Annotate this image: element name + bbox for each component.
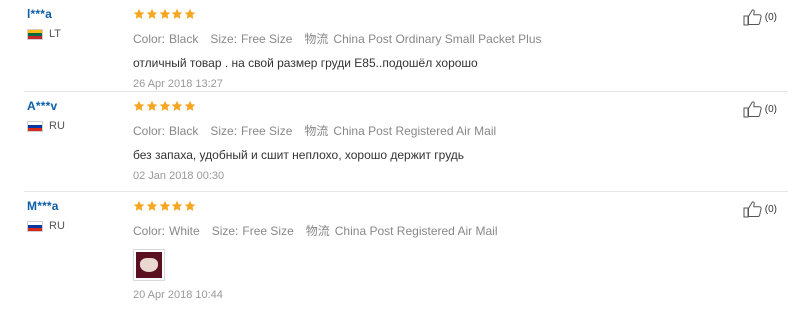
shipping-value: China Post Ordinary Small Packet Plus <box>333 31 542 46</box>
shipping-value: China Post Registered Air Mail <box>334 223 498 238</box>
size-value: Free Size <box>241 31 293 46</box>
reviewer-info: M***a RU <box>27 199 65 232</box>
star-icon <box>159 100 171 112</box>
thumbs-up-icon[interactable] <box>743 8 763 26</box>
helpful-count: (0) <box>764 11 777 23</box>
reviewer-name[interactable]: l***a <box>27 7 61 21</box>
star-icon <box>146 8 158 20</box>
size-label: Size: <box>211 223 239 238</box>
star-icon <box>184 100 196 112</box>
reviewer-country: LT <box>27 28 61 40</box>
color-value: White <box>169 223 200 238</box>
color-label: Color: <box>133 123 166 138</box>
order-info: Color: Black Size: Free Size 物流 China Post Or… <box>133 30 554 47</box>
country-code: RU <box>49 120 65 132</box>
color-value: Black <box>169 31 199 46</box>
star-rating <box>133 100 508 113</box>
country-code: LT <box>49 28 62 40</box>
review-item: A***v RU Color: Black Size: Free Size 物流 China … <box>0 92 800 192</box>
reviewer-info: A***v RU <box>27 99 65 132</box>
star-icon <box>133 100 145 112</box>
helpful-count: (0) <box>764 103 777 115</box>
order-info: Color: White Size: Free Size 物流 China Post Re… <box>133 222 510 239</box>
size-value: Free Size <box>242 223 294 238</box>
star-icon <box>184 8 196 20</box>
shipping-label: 物流 <box>305 224 330 238</box>
review-content: Color: White Size: Free Size 物流 China Post Re… <box>133 200 510 301</box>
star-rating <box>133 200 510 213</box>
star-icon <box>146 100 158 112</box>
shipping-value: China Post Registered Air Mail <box>333 123 497 138</box>
shipping-label: 物流 <box>304 32 329 46</box>
star-icon <box>159 8 171 20</box>
color-label: Color: <box>133 31 166 46</box>
star-icon <box>133 8 145 20</box>
helpful-button[interactable]: (0) <box>743 200 777 218</box>
order-info: Color: Black Size: Free Size 物流 China Post Re… <box>133 122 508 139</box>
star-icon <box>171 200 183 212</box>
review-item: M***a RU Color: White Size: Free Size 物流 China … <box>0 192 800 321</box>
country-flag-icon <box>27 120 43 132</box>
color-value: Black <box>169 123 199 138</box>
size-label: Size: <box>210 123 238 138</box>
review-photo-thumbnail[interactable] <box>133 249 165 281</box>
color-label: Color: <box>133 223 166 238</box>
review-date: 26 Apr 2018 13:27 <box>133 78 223 90</box>
star-icon <box>159 200 171 212</box>
size-value: Free Size <box>241 123 293 138</box>
review-date: 02 Jan 2018 00:30 <box>133 170 225 182</box>
helpful-button[interactable]: (0) <box>743 100 777 118</box>
star-icon <box>133 200 145 212</box>
star-icon <box>146 200 158 212</box>
helpful-count: (0) <box>764 203 777 215</box>
reviewer-country: RU <box>27 120 65 132</box>
country-code: RU <box>49 220 65 232</box>
reviewer-name[interactable]: M***a <box>27 199 65 213</box>
review-content: Color: Black Size: Free Size 物流 China Post Re… <box>133 100 508 182</box>
review-date: 20 Apr 2018 10:44 <box>133 289 223 301</box>
review-text: без запаха, удобный и сшит неплохо, хоро… <box>133 148 465 162</box>
size-label: Size: <box>210 31 238 46</box>
reviewer-info: l***a LT <box>27 7 61 40</box>
star-icon <box>171 8 183 20</box>
review-text: отличный товар . на свой размер груди E8… <box>133 56 478 70</box>
reviewer-country: RU <box>27 220 65 232</box>
review-content: Color: Black Size: Free Size 物流 China Post Or… <box>133 8 554 90</box>
shipping-label: 物流 <box>304 124 329 138</box>
helpful-button[interactable]: (0) <box>743 8 777 26</box>
star-icon <box>171 100 183 112</box>
star-icon <box>184 200 196 212</box>
thumbs-up-icon[interactable] <box>743 100 763 118</box>
country-flag-icon <box>27 220 43 232</box>
review-item: l***a LT Color: Black Size: Free Size 物流 China … <box>0 0 800 92</box>
country-flag-icon <box>27 28 43 40</box>
reviewer-name[interactable]: A***v <box>27 99 65 113</box>
star-rating <box>133 8 554 21</box>
thumbs-up-icon[interactable] <box>743 200 763 218</box>
